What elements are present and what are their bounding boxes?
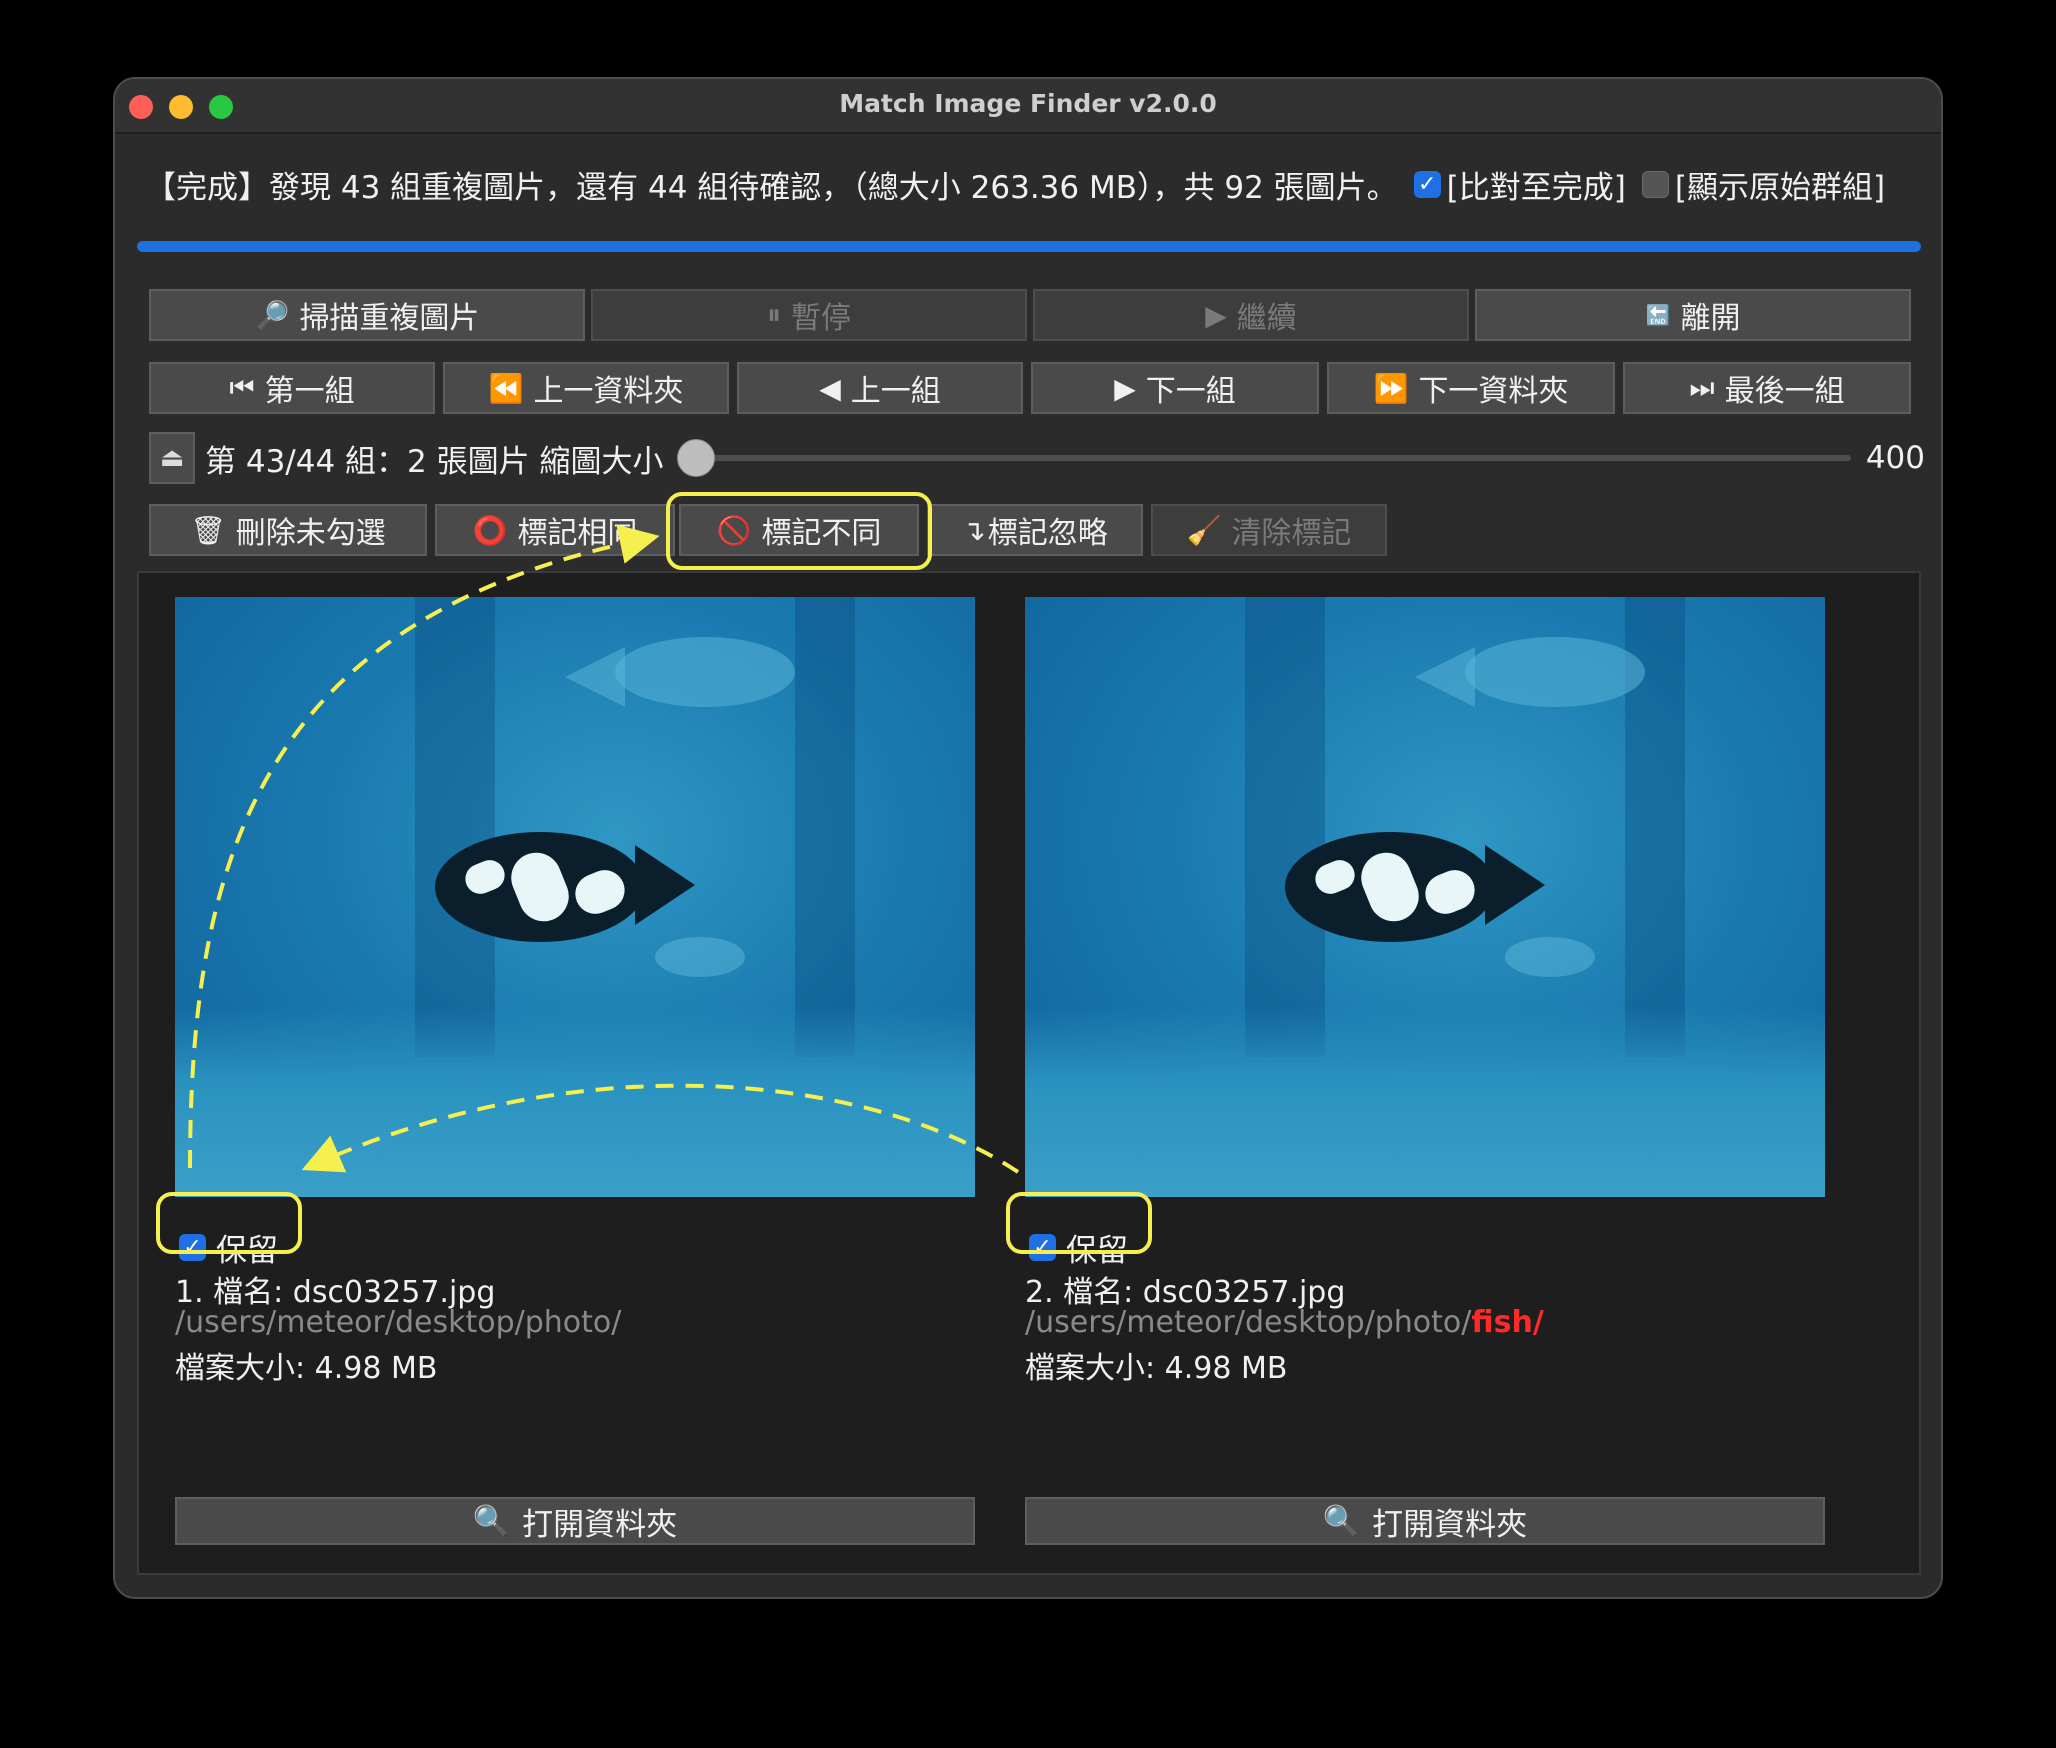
highlight-keep-1 [156,1192,302,1254]
image-comparison-area: ✓ 保留 1. 檔名: dsc03257.jpg /users/meteor/d… [137,571,1921,1575]
clear-marks-label: 清除標記 [1231,516,1352,551]
highlight-mark-different [666,492,932,570]
file-size-1: 檔案大小: 4.98 MB [175,1351,438,1386]
file-size-2: 檔案大小: 4.98 MB [1025,1351,1288,1386]
status-text: 【完成】發現 43 組重複圖片，還有 44 組待確認，（總大小 263.36 M… [145,169,1398,206]
broom-icon: 🧹 [1186,513,1222,547]
prev-folder-label: 上一資料夾 [533,374,684,409]
next-group-label: 下一組 [1145,374,1236,409]
magnifier-icon: 🔍 [1322,1503,1361,1539]
end-icon: 🔚 [1645,303,1671,327]
delete-unchecked-label: 刪除未勾選 [235,516,386,551]
image-thumbnail-2[interactable] [1025,597,1825,1197]
thumbnail-size-value: 400 [1865,440,1925,476]
turn-down-arrow-icon: ↴ [962,513,986,547]
rewind-icon: ⏪ [488,371,524,405]
mark-same-label: 標記相同 [517,516,638,551]
resume-button[interactable]: ▶ 繼續 [1033,289,1469,341]
clear-marks-button[interactable]: 🧹 清除標記 [1151,504,1387,556]
image-thumbnail-1[interactable] [175,597,975,1197]
window-title: Match Image Finder v2.0.0 [839,89,1217,118]
app-window: Match Image Finder v2.0.0 【完成】發現 43 組重複圖… [113,77,1943,1599]
group-info-label: 第 43/44 組：2 張圖片 縮圖大小 [205,443,664,480]
collapse-button[interactable]: ⏏ [149,432,195,484]
circle-icon: ⭕ [472,513,508,547]
progress-fill [137,241,1921,252]
thumbnail-size-slider[interactable] [677,439,1851,477]
magnifier-icon: 🔎 [254,298,290,332]
open-folder-button-2[interactable]: 🔍 打開資料夾 [1025,1497,1825,1545]
open-folder-label-2: 打開資料夾 [1372,1506,1528,1543]
file-path-diff-2: fish/ [1471,1305,1544,1340]
mark-ignore-button[interactable]: ↴ 標記忽略 [927,504,1143,556]
first-group-label: 第一組 [264,374,355,409]
mark-ignore-label: 標記忽略 [987,516,1108,551]
last-group-button[interactable]: ⏭ 最後一組 [1623,362,1911,414]
highlight-keep-2 [1006,1192,1152,1254]
fast-forward-icon: ⏩ [1373,371,1409,405]
file-path-1: /users/meteor/desktop/photo/ [175,1305,621,1340]
delete-unchecked-button[interactable]: 🗑 刪除未勾選 [149,504,427,556]
skip-last-icon: ⏭ [1689,371,1715,404]
resume-label: 繼續 [1236,301,1297,336]
prev-group-label: 上一組 [850,374,941,409]
magnifier-icon: 🔍 [472,1503,511,1539]
show-original-group-label: [顯示原始群組] [1674,169,1886,206]
file-path-base-2: /users/meteor/desktop/photo/ [1025,1305,1472,1340]
pause-label: 暫停 [791,301,851,336]
eject-icon: ⏏ [159,443,185,473]
progress-bar [137,241,1921,252]
open-folder-button-1[interactable]: 🔍 打開資料夾 [175,1497,975,1545]
play-icon: ▶ [1205,298,1227,332]
prev-folder-button[interactable]: ⏪ 上一資料夾 [443,362,729,414]
next-group-button[interactable]: ▶ 下一組 [1031,362,1319,414]
group-info-row: ⏏ 第 43/44 組：2 張圖片 縮圖大小 400 [149,432,1925,484]
file-path-2: /users/meteor/desktop/photo/fish/ [1025,1305,1544,1340]
compare-to-end-checkbox[interactable]: ✓ [1413,170,1441,198]
pause-icon: ⏸ [766,298,781,331]
pause-button[interactable]: ⏸ 暫停 [591,289,1027,341]
next-folder-label: 下一資料夾 [1418,374,1569,409]
right-triangle-icon: ▶ [1114,371,1136,405]
open-folder-label-1: 打開資料夾 [522,1506,678,1543]
next-folder-button[interactable]: ⏩ 下一資料夾 [1327,362,1615,414]
scan-duplicates-button[interactable]: 🔎 掃描重複圖片 [149,289,585,341]
show-original-group-checkbox[interactable] [1641,170,1669,198]
scan-duplicates-label: 掃描重複圖片 [299,301,480,336]
file-path-base-1: /users/meteor/desktop/photo/ [175,1305,622,1340]
slider-thumb[interactable] [677,439,716,477]
skip-first-icon: ⏮ [229,371,255,404]
compare-to-end-label: [比對至完成] [1446,169,1626,206]
exit-button[interactable]: 🔚 離開 [1475,289,1911,341]
last-group-label: 最後一組 [1724,374,1845,409]
trash-icon: 🗑 [190,513,226,547]
status-row: 【完成】發現 43 組重複圖片，還有 44 組待確認，（總大小 263.36 M… [145,159,1911,209]
first-group-button[interactable]: ⏮ 第一組 [149,362,435,414]
prev-group-button[interactable]: ◀ 上一組 [737,362,1023,414]
mark-same-button[interactable]: ⭕ 標記相同 [435,504,675,556]
exit-label: 離開 [1680,301,1741,336]
title-bar: Match Image Finder v2.0.0 [115,79,1941,134]
left-triangle-icon: ◀ [819,371,841,405]
